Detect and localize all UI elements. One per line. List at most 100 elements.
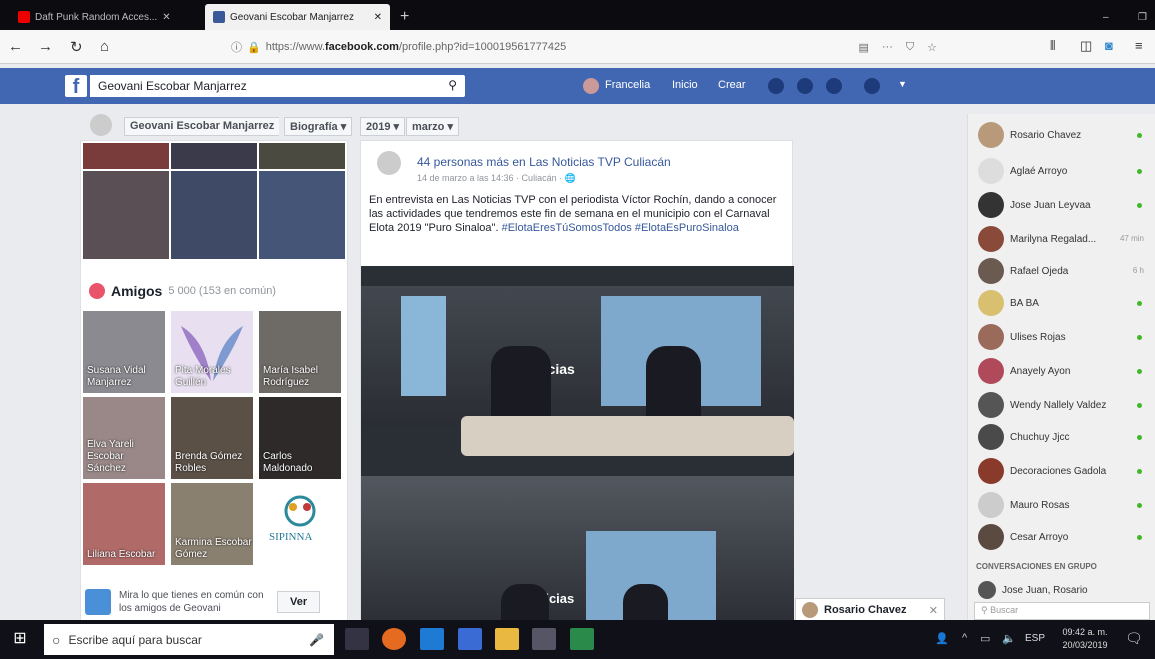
- library-icon[interactable]: ⫴: [1050, 38, 1055, 54]
- friend-tile[interactable]: Karmina Escobar Gómez: [171, 483, 253, 565]
- person-figure: [646, 346, 701, 416]
- avatar[interactable]: [377, 151, 401, 175]
- close-tab-icon[interactable]: ✕: [374, 12, 382, 23]
- excel-icon[interactable]: [570, 628, 594, 650]
- chat-contact[interactable]: Wendy Nallely Valdez: [978, 390, 1154, 420]
- home-icon[interactable]: ⌂: [100, 38, 109, 55]
- photo-thumb[interactable]: [171, 171, 257, 259]
- friend-tile[interactable]: Brenda Gómez Robles: [171, 397, 253, 479]
- online-dot: [1137, 133, 1142, 138]
- group-chat-item[interactable]: Jose Juan, Rosario: [978, 580, 1154, 600]
- restore-icon[interactable]: ❐: [1130, 4, 1155, 30]
- search-input[interactable]: Geovani Escobar Manjarrez ⚲: [90, 75, 465, 97]
- chat-search-input[interactable]: ⚲ Buscar: [974, 602, 1150, 620]
- minimize-icon[interactable]: –: [1095, 4, 1117, 30]
- language-indicator[interactable]: ESP: [1025, 633, 1045, 644]
- friend-requests-icon[interactable]: [768, 78, 784, 94]
- chat-contact[interactable]: Anayely Ayon: [978, 356, 1154, 386]
- chat-contact[interactable]: Marilyna Regalad... 47 min: [978, 224, 1154, 254]
- tray-chevron-icon[interactable]: ^: [962, 632, 967, 644]
- edge-icon[interactable]: [420, 628, 444, 650]
- chat-contact[interactable]: Rosario Chavez: [978, 120, 1154, 150]
- photo-thumb[interactable]: [171, 143, 257, 169]
- avatar: [978, 258, 1004, 284]
- menu-icon[interactable]: ≡: [1135, 38, 1143, 53]
- friend-tile[interactable]: Carlos Maldonado: [259, 397, 341, 479]
- forward-icon[interactable]: →: [38, 38, 53, 55]
- tab-youtube[interactable]: Daft Punk Random Acces... ✕: [10, 4, 200, 30]
- view-button[interactable]: Ver: [277, 591, 321, 613]
- avatar: [978, 524, 1004, 550]
- network-icon[interactable]: ▭: [980, 632, 990, 645]
- hashtags[interactable]: #ElotaEresTúSomosTodos #ElotaEsPuroSinal…: [502, 222, 739, 234]
- timeline-section-button[interactable]: Biografía ▾: [284, 117, 353, 136]
- friend-tile[interactable]: Susana Vidal Manjarrez: [83, 311, 165, 393]
- notifications-icon[interactable]: [826, 78, 842, 94]
- close-tab-icon[interactable]: ✕: [162, 12, 170, 23]
- new-tab-button[interactable]: +: [392, 4, 417, 30]
- chat-contact[interactable]: Jose Juan Leyvaa: [978, 190, 1154, 220]
- post-video[interactable]: ticias ticias: [361, 266, 794, 629]
- reload-icon[interactable]: ↻: [70, 38, 83, 56]
- help-icon[interactable]: [864, 78, 880, 94]
- bookmark-star-icon[interactable]: ☆: [927, 41, 937, 54]
- friends-header[interactable]: Amigos 5 000 (153 en común): [89, 283, 276, 299]
- profile-link[interactable]: Francelia: [605, 79, 650, 91]
- store-icon[interactable]: [458, 628, 482, 650]
- chat-popup-tab[interactable]: Rosario Chavez ✕: [795, 598, 945, 622]
- messenger-icon[interactable]: [797, 78, 813, 94]
- chat-contact[interactable]: Decoraciones Gadola: [978, 456, 1154, 486]
- taskbar-search-input[interactable]: ○ Escribe aquí para buscar 🎤: [44, 624, 334, 655]
- more-icon[interactable]: ···: [882, 41, 893, 53]
- photo-thumb[interactable]: [83, 143, 169, 169]
- chat-contact[interactable]: Chuchuy Jjcc: [978, 422, 1154, 452]
- microphone-icon[interactable]: 🎤: [309, 633, 324, 647]
- reader-icon[interactable]: ▤: [858, 41, 868, 54]
- notifications-center-icon[interactable]: 🗨: [1125, 630, 1143, 647]
- online-dot: [1137, 169, 1142, 174]
- calculator-icon[interactable]: [532, 628, 556, 650]
- chevron-down-icon[interactable]: ▼: [898, 79, 907, 89]
- home-link[interactable]: Inicio: [672, 79, 698, 91]
- online-dot: [1137, 403, 1142, 408]
- task-view-icon[interactable]: [345, 628, 369, 650]
- clock[interactable]: 09:42 a. m. 20/03/2019: [1055, 626, 1115, 652]
- search-icon[interactable]: ⚲: [448, 78, 457, 92]
- chat-contact[interactable]: Aglaé Arroyo: [978, 156, 1154, 186]
- online-dot: [1137, 535, 1142, 540]
- close-icon[interactable]: ✕: [929, 604, 938, 617]
- photo-thumb[interactable]: [83, 171, 169, 259]
- create-link[interactable]: Crear: [718, 79, 746, 91]
- facebook-logo-icon[interactable]: f: [65, 75, 87, 98]
- friend-tile[interactable]: Liliana Escobar: [83, 483, 165, 565]
- chat-contact[interactable]: BA BA: [978, 288, 1154, 318]
- friend-tile[interactable]: María Isabel Rodríguez: [259, 311, 341, 393]
- extension-icon[interactable]: ◙: [1105, 38, 1113, 53]
- url-bar[interactable]: ⓘ 🔒 https://www.facebook.com/profile.php…: [225, 36, 945, 58]
- back-icon[interactable]: ←: [8, 38, 23, 55]
- friend-tile[interactable]: SIPINNA: [259, 483, 341, 565]
- friend-tile[interactable]: Pita Morales Guillén: [171, 311, 253, 393]
- volume-icon[interactable]: 🔈: [1002, 632, 1016, 645]
- profile-name-button[interactable]: Geovani Escobar Manjarrez: [124, 117, 280, 136]
- photo-thumb[interactable]: [259, 171, 345, 259]
- year-select[interactable]: 2019 ▾: [360, 117, 406, 136]
- chat-contact[interactable]: Ulises Rojas: [978, 322, 1154, 352]
- chat-contact[interactable]: Rafael Ojeda 6 h: [978, 256, 1154, 286]
- chat-contact[interactable]: Mauro Rosas: [978, 490, 1154, 520]
- file-explorer-icon[interactable]: [495, 628, 519, 650]
- chat-contact[interactable]: Cesar Arroyo: [978, 522, 1154, 552]
- tab-facebook[interactable]: Geovani Escobar Manjarrez ✕: [205, 4, 390, 30]
- info-icon: ⓘ: [231, 42, 242, 54]
- windows-start-icon[interactable]: ⊞: [8, 628, 32, 650]
- month-select[interactable]: marzo ▾: [406, 117, 459, 136]
- photo-thumb[interactable]: [259, 143, 345, 169]
- avatar[interactable]: [583, 78, 599, 94]
- firefox-icon[interactable]: [382, 628, 406, 650]
- post-title-link[interactable]: 44 personas más en Las Noticias TVP Culi…: [417, 155, 671, 169]
- browser-toolbar: ← → ↻ ⌂ ⓘ 🔒 https://www.facebook.com/pro…: [0, 30, 1155, 64]
- pocket-icon[interactable]: ⛉: [906, 41, 914, 54]
- people-icon[interactable]: 👤: [935, 632, 949, 645]
- sidebar-icon[interactable]: ◫: [1080, 38, 1092, 54]
- friend-tile[interactable]: Elva Yareli Escobar Sánchez: [83, 397, 165, 479]
